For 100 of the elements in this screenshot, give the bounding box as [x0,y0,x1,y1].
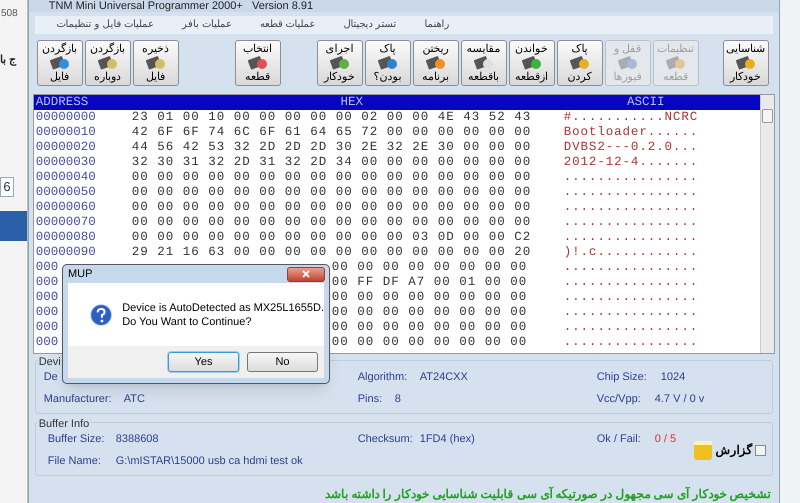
hex-bytes: 00 00 00 00 00 00 00 00 00 00 00 00 00 00 00 00 [132,200,532,216]
ascii-cell-text: )!.c............ [562,245,700,260]
toolbar-button[interactable]: شناسایی خودکار [722,40,769,86]
toolbar-button[interactable]: انتخاب قطعه [234,40,281,86]
field-label: Manufacturer: [44,392,112,406]
ascii-cell-text: DVBS2---0.2.0... [562,140,700,156]
chip-icon [246,54,269,71]
hex-bytes: 00 00 00 00 00 00 00 00 00 00 00 00 00 00 00 00 [132,215,532,230]
address-cell: 000 [36,335,58,350]
ascii-cell-text: 2012-12-4....... [562,155,700,170]
chip-icon [734,54,757,71]
toolbar-button[interactable]: پاک بودن؟ [364,40,411,86]
side-panel [0,210,27,240]
ascii-cell-text: ................ [562,215,700,230]
ascii-cell-text: ................ [562,275,700,290]
ascii-cell-text: Bootloader...... [562,125,700,140]
chip-icon [616,54,639,71]
address-cell: 00000080 [36,230,96,246]
toolbar-button[interactable]: ریختن برنامه [412,40,459,86]
notepad-icon [692,439,713,462]
ascii-cell-text: ................ [562,320,700,336]
menu-item[interactable]: عملیات فایل و تنظیمات [56,17,154,32]
address-cell: 00000030 [36,155,96,170]
field-value: 0 / 5 [654,433,676,446]
address-cell: 00000010 [36,125,96,140]
field-label: Pins: [358,392,382,406]
chip-icon [144,54,167,71]
field-value: 8388608 [116,433,159,446]
close-button[interactable] [287,266,325,282]
column-header: ASCII [626,95,664,110]
address-cell: 00000050 [36,185,96,200]
address-cell: 00000060 [36,200,96,216]
yes-button[interactable]: Yes [168,352,239,372]
address-cell: 000 [36,305,58,320]
toolbar-button[interactable]: بازگردن دوباره [84,40,131,86]
hex-bytes: 32 30 31 32 2D 31 32 2D 34 00 00 00 00 00 00 00 [132,155,532,170]
column-header: ADDRESS [36,95,88,110]
hex-bytes: 00 00 00 00 00 00 00 00 [332,260,528,276]
hex-bytes: 00 00 00 00 00 00 00 00 [332,335,528,350]
field-label: Algorithm: [358,370,408,384]
toolbar-button[interactable]: پاک کردن [556,40,603,86]
hex-bytes: 42 6F 6F 74 6C 6F 61 64 65 72 00 00 00 00 00 00 [132,125,532,140]
chip-icon [376,54,399,71]
address-cell: 000 [36,260,58,276]
hex-bytes: 00 00 00 00 00 00 00 00 [332,305,528,320]
report-label: گزارش [716,442,753,460]
hex-bytes: 29 21 16 63 00 00 00 00 00 00 00 00 00 00 00 20 [132,245,532,260]
report-checkbox[interactable] [754,444,766,456]
background-text: 508 [1,8,19,20]
toolbar-button[interactable]: بازگردن فایل [36,40,83,86]
close-icon [302,270,310,278]
ascii-cell-text: ................ [562,185,700,200]
toolbar-button[interactable]: مقایسه باقطعه [460,40,507,86]
ascii-cell-text: ................ [562,230,700,246]
field-value: 4.7 V / 0 v [654,392,704,406]
ascii-cell-text: ................ [562,200,700,216]
address-cell: 00000040 [36,170,96,186]
ascii-cell-text: ................ [562,290,700,306]
field-label: De [44,370,58,384]
field-label: File Name: [48,455,101,468]
menu-item[interactable]: تستر دیجیتال [344,17,396,32]
field-value: AT24CXX [420,370,468,384]
chip-icon [424,54,447,71]
background-text: ج با [0,53,18,68]
chip-icon [328,54,351,71]
ascii-cell-text: #...........NCRC [562,110,700,126]
field-value: 1024 [660,370,686,384]
toolbar-button[interactable]: اجرای خودکار [316,40,363,86]
hex-bytes: 00 00 00 00 00 00 00 00 [332,320,528,336]
scrollbar[interactable] [760,95,774,353]
chip-icon [568,54,591,71]
question-icon [90,302,112,328]
no-button[interactable]: No [247,352,318,372]
address-cell: 000 [36,275,58,290]
chip-icon [48,54,71,71]
toolbar-button[interactable]: ذخیره فایل [132,40,179,86]
hex-bytes: 00 00 00 00 00 00 00 00 [332,290,528,306]
hex-bytes: 23 01 00 10 00 00 00 00 00 02 00 00 4E 43 52 43 [132,110,532,126]
chip-icon [472,54,495,71]
hex-bytes: 00 00 00 00 00 00 00 00 00 00 00 00 00 00 00 00 [132,185,532,200]
field-label: Chip Size: [596,370,647,384]
chip-icon [520,54,543,71]
menu-item[interactable]: راهنما [424,17,450,32]
dialog-message: Do You Want to Continue? [122,314,252,328]
address-cell: 000 [36,290,58,306]
menu-item[interactable]: عملیات قطعه [260,17,316,32]
dialog-message: Device is AutoDetected as MX25L1655D. [122,300,324,314]
field-value: 1FD4 (hex) [420,433,475,446]
hint-text: تشخیص خودکار آی سی مجهول در صورتیکه آی سی قابلیت شناسایی خودکار را داشته باشد [325,486,771,503]
hex-bytes: 00 00 00 00 00 00 00 00 00 00 00 03 0D 00 00 C2 [132,230,532,246]
menu-item[interactable]: عملیات بافر [182,17,232,32]
field-label: Buffer Size: [48,433,104,446]
address-cell: 00000000 [36,110,96,126]
toolbar-button[interactable]: خواندن ازقطعه [508,40,555,86]
field-value: ATC [124,392,145,406]
window-title-bar: TNM Mini Universal Programmer 2000+ Version 8.91 [28,0,779,12]
address-cell: 00000090 [36,245,96,260]
field-value: G:\mISTAR\15000 usb ca hdmi test ok [116,455,303,468]
column-header: HEX [340,95,363,110]
field-value: 8 [394,392,401,406]
